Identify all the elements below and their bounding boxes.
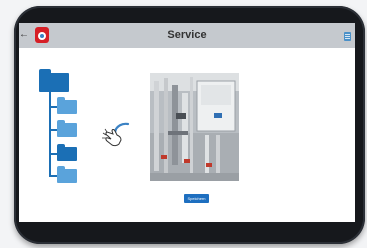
folder-icon[interactable]	[57, 120, 77, 137]
page-title: Service	[167, 29, 207, 41]
tree-connector-h3	[49, 153, 57, 155]
tree-connector-vertical	[49, 92, 51, 176]
tree-connector-h1	[49, 106, 57, 108]
tree-connector-h2	[49, 129, 57, 131]
back-arrow-icon[interactable]: ←	[19, 30, 29, 40]
document-icon[interactable]	[344, 32, 351, 41]
save-button[interactable]: Speichern	[184, 194, 209, 203]
equipment-photo	[150, 73, 239, 181]
tap-hand-icon	[102, 122, 130, 147]
folder-icon[interactable]	[57, 97, 77, 114]
tree-connector-h4	[49, 175, 57, 177]
folder-icon[interactable]	[57, 166, 77, 183]
title-bar: Service	[19, 23, 355, 48]
folder-icon-selected[interactable]	[57, 144, 77, 161]
folder-icon[interactable]	[39, 69, 69, 92]
